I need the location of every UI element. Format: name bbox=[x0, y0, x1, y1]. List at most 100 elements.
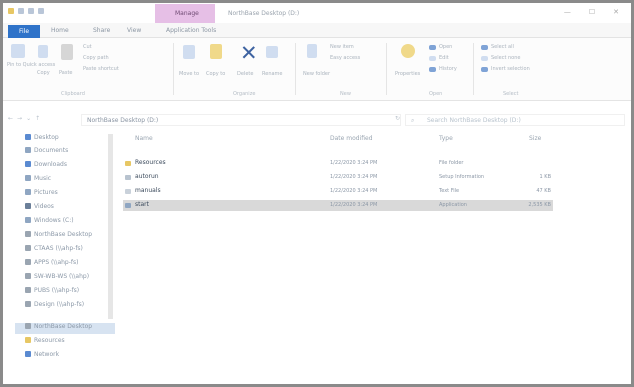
nav-item[interactable]: Pictures bbox=[25, 189, 109, 200]
cell-date: 1/22/2020 3:24 PM bbox=[330, 188, 378, 194]
forward-arrow-icon[interactable]: → bbox=[17, 115, 26, 122]
table-row[interactable]: start 1/22/2020 3:24 PM Application 2,535 K… bbox=[123, 200, 553, 211]
nav-item[interactable]: NorthBase Desktop bbox=[25, 231, 109, 242]
select-none-button[interactable]: Select none bbox=[491, 55, 521, 61]
nav-item-icon bbox=[25, 161, 31, 167]
pin-icon[interactable] bbox=[11, 44, 25, 58]
nav-item[interactable]: Music bbox=[25, 175, 109, 186]
column-header-name[interactable]: Name bbox=[135, 135, 153, 142]
delete-button[interactable]: Delete bbox=[237, 71, 253, 77]
column-header-size[interactable]: Size bbox=[529, 135, 541, 142]
copy-icon[interactable] bbox=[38, 45, 48, 58]
nav-item[interactable]: Videos bbox=[25, 203, 109, 214]
refresh-icon[interactable]: ↻ bbox=[395, 115, 400, 122]
nav-item[interactable]: CTAAS (\\ahp-fs) bbox=[25, 245, 109, 256]
new-folder-icon[interactable] bbox=[28, 8, 34, 14]
tab-file[interactable]: File bbox=[8, 25, 40, 38]
paste-icon[interactable] bbox=[61, 44, 73, 60]
nav-item-label: CTAAS (\\ahp-fs) bbox=[34, 245, 83, 252]
nav-item-icon bbox=[25, 203, 31, 209]
up-arrow-icon[interactable]: ↑ bbox=[35, 115, 44, 122]
nav-item[interactable]: Resources bbox=[25, 337, 109, 348]
cell-size: 47 KB bbox=[536, 188, 551, 194]
tab-home[interactable]: Home bbox=[51, 27, 69, 34]
properties-icon[interactable] bbox=[401, 44, 415, 58]
copy-to-icon[interactable] bbox=[210, 44, 222, 59]
manage-contextual-tab[interactable]: Manage bbox=[155, 4, 215, 23]
table-row[interactable]: manuals 1/22/2020 3:24 PM Text File 47 KB bbox=[123, 186, 553, 197]
folder-icon[interactable] bbox=[8, 8, 14, 14]
tab-share[interactable]: Share bbox=[93, 27, 110, 34]
move-to-icon[interactable] bbox=[183, 45, 195, 59]
search-input[interactable]: ⌕ Search NorthBase Desktop (D:) bbox=[405, 114, 625, 126]
new-folder-icon[interactable] bbox=[307, 44, 317, 58]
back-arrow-icon[interactable]: ← bbox=[8, 115, 17, 122]
paste-shortcut-button[interactable]: Paste shortcut bbox=[83, 66, 119, 72]
cell-size: 1 KB bbox=[539, 174, 551, 180]
select-all-button[interactable]: Select all bbox=[491, 44, 514, 50]
move-to-button[interactable]: Move to bbox=[179, 71, 199, 77]
setup-file-icon bbox=[125, 175, 131, 180]
app-icon bbox=[125, 203, 131, 208]
nav-item-icon bbox=[25, 351, 31, 357]
cell-name: manuals bbox=[135, 187, 161, 194]
nav-item[interactable]: Network bbox=[25, 351, 109, 362]
open-button[interactable]: Open bbox=[439, 44, 452, 50]
copy-to-button[interactable]: Copy to bbox=[206, 71, 225, 77]
select-all-icon[interactable] bbox=[481, 45, 488, 50]
nav-item-icon bbox=[25, 189, 31, 195]
table-row[interactable]: Resources 1/22/2020 3:24 PM File folder bbox=[123, 158, 553, 169]
cell-name: start bbox=[135, 201, 149, 208]
select-none-icon[interactable] bbox=[481, 56, 488, 61]
cell-type: Setup Information bbox=[439, 174, 485, 180]
rename-icon[interactable] bbox=[266, 46, 278, 58]
history-button[interactable]: History bbox=[439, 66, 457, 72]
nav-item[interactable]: SW-WB-WS (\\ahp) bbox=[25, 273, 109, 284]
nav-item[interactable]: Design (\\ahp-fs) bbox=[25, 301, 109, 312]
history-icon[interactable] bbox=[429, 67, 436, 72]
column-header-type[interactable]: Type bbox=[439, 135, 453, 142]
search-icon: ⌕ bbox=[411, 117, 415, 124]
nav-item[interactable]: Desktop bbox=[25, 134, 109, 145]
tab-application-tools[interactable]: Application Tools bbox=[166, 27, 216, 34]
address-bar[interactable]: NorthBase Desktop (D:) bbox=[81, 114, 401, 126]
chevron-down-icon[interactable] bbox=[38, 8, 44, 14]
rename-button[interactable]: Rename bbox=[262, 71, 283, 77]
nav-item[interactable]: Documents bbox=[25, 147, 109, 158]
nav-item-icon bbox=[25, 337, 31, 343]
edit-button[interactable]: Edit bbox=[439, 55, 449, 61]
nav-item[interactable]: PUBS (\\ahp-fs) bbox=[25, 287, 109, 298]
nav-item[interactable]: Windows (C:) bbox=[25, 217, 109, 228]
cell-type: Text File bbox=[439, 188, 460, 194]
delete-icon[interactable]: ✕ bbox=[240, 43, 258, 64]
properties-icon[interactable] bbox=[18, 8, 24, 14]
paste-button[interactable]: Paste bbox=[59, 70, 73, 76]
nav-item[interactable]: Downloads bbox=[25, 161, 109, 172]
open-icon[interactable] bbox=[429, 45, 436, 50]
nav-item[interactable]: NorthBase Desktop bbox=[15, 323, 115, 334]
nav-item[interactable]: APPS (\\ahp-fs) bbox=[25, 259, 109, 270]
copy-path-button[interactable]: Copy path bbox=[83, 55, 109, 61]
invert-selection-button[interactable]: Invert selection bbox=[491, 66, 530, 72]
properties-button[interactable]: Properties bbox=[395, 71, 420, 77]
pin-to-quick-access-button[interactable]: Pin to Quick access bbox=[7, 62, 55, 68]
breadcrumb[interactable]: NorthBase Desktop (D:) bbox=[87, 117, 158, 124]
manage-tab-label: Manage bbox=[175, 10, 199, 17]
new-folder-button[interactable]: New folder bbox=[303, 71, 330, 77]
chevron-down-icon[interactable]: ⌄ bbox=[26, 115, 35, 122]
minimize-button[interactable]: — bbox=[564, 8, 571, 16]
nav-item-icon bbox=[25, 259, 31, 265]
column-header-date-modified[interactable]: Date modified bbox=[330, 135, 373, 142]
tab-view[interactable]: View bbox=[127, 27, 141, 34]
nav-item-label: Pictures bbox=[34, 189, 58, 196]
table-row[interactable]: autorun 1/22/2020 3:24 PM Setup Informatio… bbox=[123, 172, 553, 183]
easy-access-button[interactable]: Easy access bbox=[330, 55, 360, 61]
cut-button[interactable]: Cut bbox=[83, 44, 92, 50]
copy-button[interactable]: Copy bbox=[37, 70, 50, 76]
edit-icon[interactable] bbox=[429, 56, 436, 61]
invert-selection-icon[interactable] bbox=[481, 67, 488, 72]
cell-type: File folder bbox=[439, 160, 464, 166]
maximize-button[interactable]: ☐ bbox=[589, 8, 595, 16]
close-button[interactable]: ✕ bbox=[613, 8, 619, 16]
new-item-button[interactable]: New item bbox=[330, 44, 354, 50]
